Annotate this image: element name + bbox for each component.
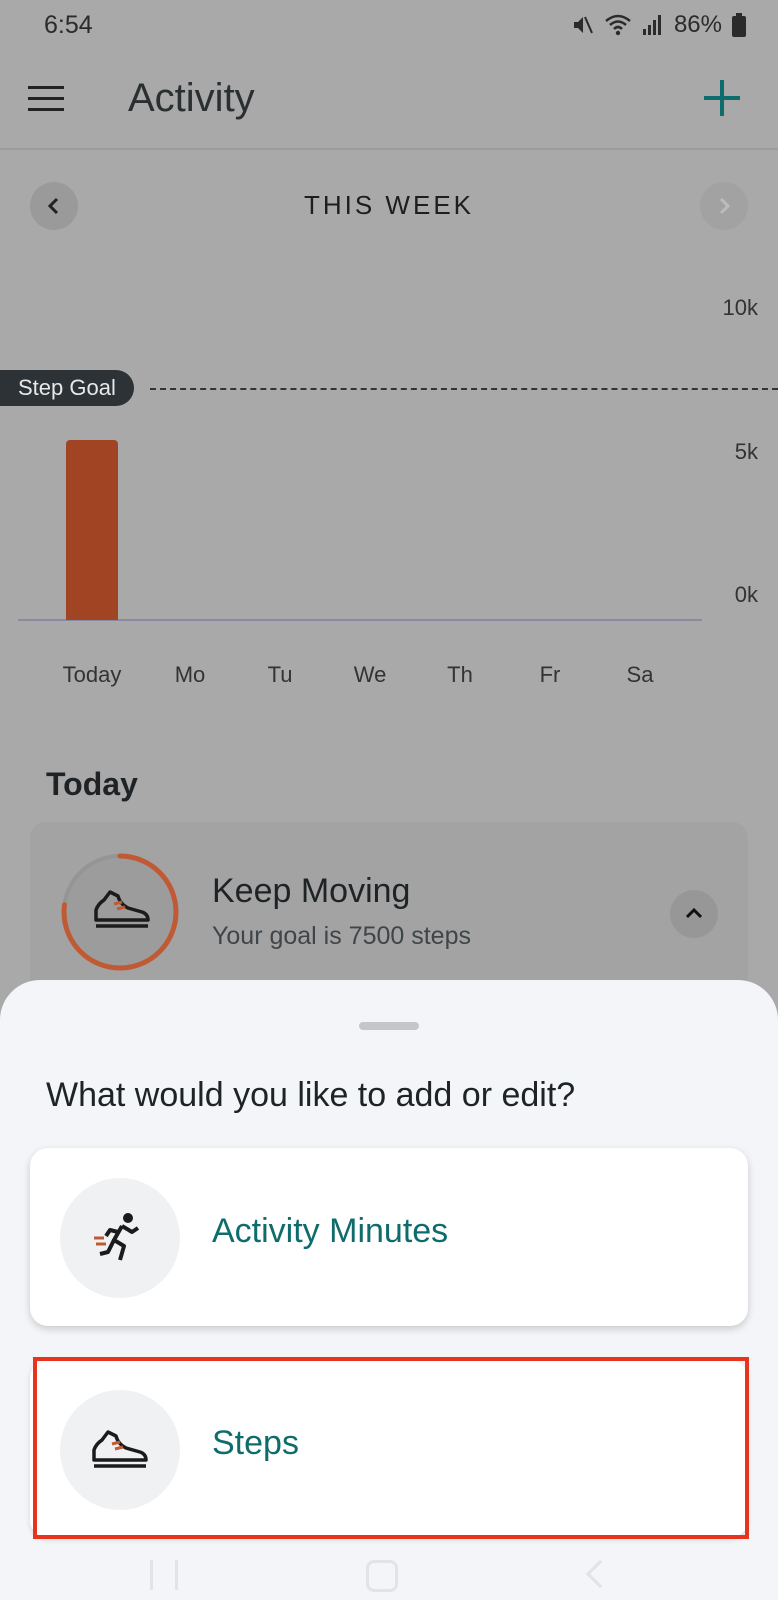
chevron-up-icon[interactable]	[670, 890, 718, 938]
shoe-icon	[60, 1390, 180, 1510]
signal-icon	[642, 15, 661, 35]
section-heading: Today	[46, 766, 138, 802]
back-icon[interactable]	[585, 1559, 615, 1589]
steps-option[interactable]: Steps	[30, 1360, 748, 1538]
status-icons: 86%	[570, 11, 746, 39]
y-tick-label: 0k	[734, 582, 758, 607]
status-time: 6:54	[44, 10, 93, 39]
home-icon[interactable]	[366, 1560, 398, 1592]
x-tick-label: Sa	[626, 662, 654, 687]
x-tick-label: Fr	[539, 662, 561, 687]
progress-ring	[58, 850, 182, 974]
app-bar: Activity	[0, 50, 778, 150]
chart-bar[interactable]	[66, 440, 118, 620]
wifi-icon	[605, 14, 631, 36]
recent-apps-icon[interactable]	[150, 1560, 178, 1590]
x-tick-label: Th	[447, 662, 473, 687]
battery-percent: 86%	[673, 11, 722, 38]
mute-icon	[573, 16, 593, 34]
bottom-sheet: What would you like to add or edit? Acti…	[0, 980, 778, 1600]
option-label: Activity Minutes	[212, 1212, 449, 1250]
page-title: Activity	[128, 76, 255, 120]
system-nav-bar	[0, 1550, 778, 1600]
x-tick-label: Today	[62, 662, 122, 687]
option-label: Steps	[212, 1424, 299, 1462]
card-subtitle: Your goal is 7500 steps	[212, 922, 471, 950]
step-goal-line	[150, 387, 778, 390]
battery-icon	[732, 13, 746, 37]
y-tick-label: 5k	[734, 439, 758, 464]
x-tick-label: Tu	[267, 662, 293, 687]
running-person-icon	[60, 1178, 180, 1298]
sheet-title: What would you like to add or edit?	[46, 1076, 576, 1114]
status-bar: 6:54 86%	[0, 0, 778, 50]
chevron-right-icon[interactable]	[700, 182, 748, 230]
menu-icon[interactable]	[28, 86, 64, 112]
drag-handle[interactable]	[359, 1022, 419, 1030]
card-title: Keep Moving	[212, 872, 411, 910]
plus-icon[interactable]	[704, 80, 740, 116]
step-goal-label: Step Goal	[0, 369, 134, 406]
chart-baseline	[18, 619, 702, 621]
week-label: THIS WEEK	[303, 190, 474, 220]
x-tick-label: Mo	[174, 662, 206, 687]
x-tick-label: We	[353, 662, 387, 687]
activity-minutes-option[interactable]: Activity Minutes	[30, 1148, 748, 1326]
y-tick-label: 10k	[722, 295, 758, 320]
steps-chart: 10k 5k 0k Step Goal Today Mo Tu We Th Fr Sa	[0, 280, 778, 720]
